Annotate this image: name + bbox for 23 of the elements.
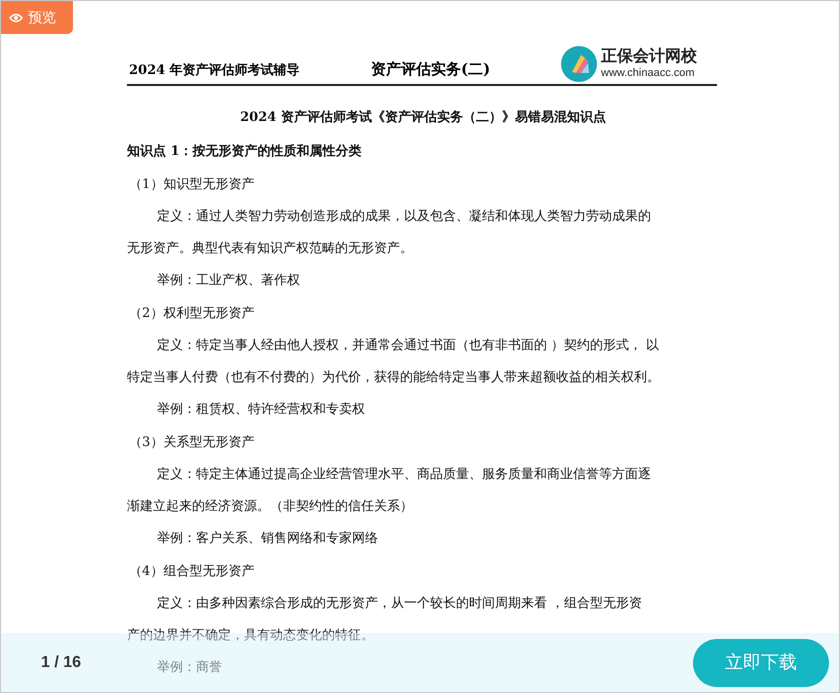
logo-icon xyxy=(561,46,597,82)
subsection-heading: （2）权利型无形资产 xyxy=(128,305,256,323)
paragraph: 定义：特定主体通过提高企业经营管理水平、商品质量、服务质量和商业信誉等方面逐 渐建立起来的经济资源。（非契约性的信任关系） xyxy=(127,466,652,516)
paragraph: 定义：通过人类智力劳动创造形成的成果，以及包含、凝结和体现人类智力劳动成果的 无形资产。典型代表有知识产权范畴的无形资产。 xyxy=(127,208,652,258)
paragraph: 定义：由多种因素综合形成的无形资产，从一个较长的时间周期来看 ，组合型无形资 产的边界并不确定，具有动态变化的特征。 xyxy=(127,595,644,645)
document-title: 2024 资产评估师考试《资产评估实务（二）》易错易混知识点 xyxy=(239,108,607,127)
paragraph: 定义：特定当事人经由他人授权，并通常会通过书面（也有非书面的 ）契约的形式， 以 特定当事人付费（也有不付费的）为代价，获得的能给特定当事人带来超额收益的相关权利。 xyxy=(127,337,661,387)
logo-url: www.chinaacc.com xyxy=(601,66,696,80)
header-subject: 资产评估实务(二) xyxy=(371,58,492,80)
page-counter: 1 / 16 xyxy=(41,652,82,672)
logo-name: 正保会计网校 xyxy=(601,48,697,67)
preview-label: 预览 xyxy=(28,8,56,27)
subsection-heading: （1）知识型无形资产 xyxy=(128,176,256,194)
section-heading: 知识点 1：按无形资产的性质和属性分类 xyxy=(127,142,363,161)
paragraph: 举例：客户关系、销售网络和专家网络 xyxy=(156,530,379,548)
paragraph: 举例：商誉 xyxy=(156,659,223,677)
paragraph: 举例：租赁权、特许经营权和专卖权 xyxy=(156,401,366,419)
subsection-heading: （4）组合型无形资产 xyxy=(128,563,256,581)
header-series: 2024 年资产评估师考试辅导 xyxy=(128,62,301,80)
subsection-heading: （3）关系型无形资产 xyxy=(128,434,256,452)
paragraph: 举例：工业产权、著作权 xyxy=(156,272,301,290)
download-button[interactable]: 立即下载 xyxy=(693,638,829,686)
eye-icon xyxy=(9,12,23,22)
